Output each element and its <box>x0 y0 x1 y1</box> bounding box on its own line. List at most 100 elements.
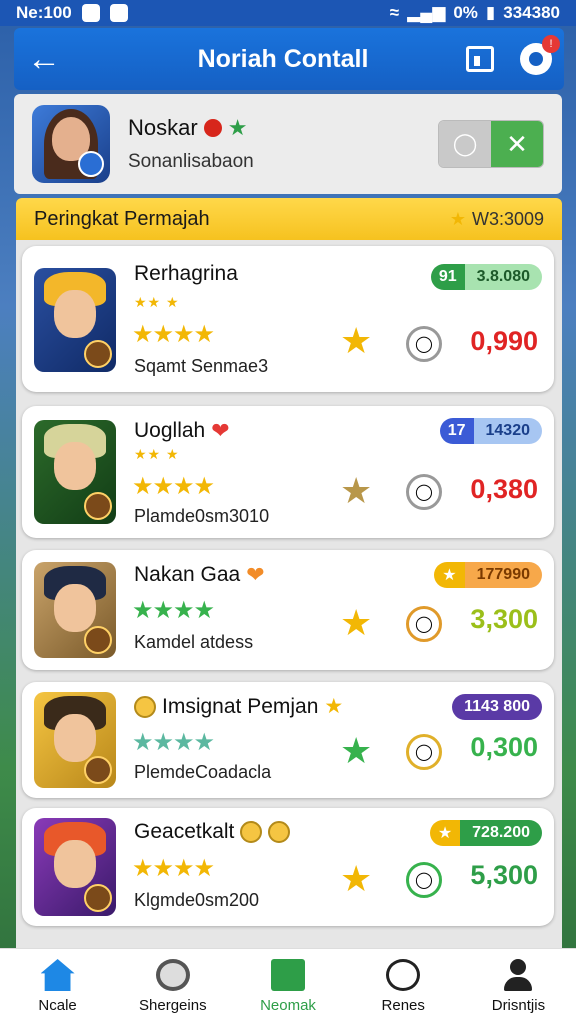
tab-favorites[interactable]: Renes <box>346 949 461 1024</box>
rank-stars: ★★ ★ <box>134 294 180 310</box>
emoji-icon <box>268 821 291 843</box>
list-item[interactable]: Uogllah ❤ ★★ ★ ★★★★ Plamde0sm3010 17 14320… <box>22 406 554 538</box>
notification-badge: ! <box>542 35 560 53</box>
star-icon: ★ <box>340 730 373 771</box>
pill-right: 14320 <box>473 418 542 444</box>
notification-icon: ! <box>520 35 560 75</box>
tab-profile[interactable]: Drisntjis <box>461 949 576 1024</box>
player-score: 0,380 <box>470 474 538 504</box>
tab-search[interactable]: Shergeins <box>115 949 230 1024</box>
document-icon <box>271 959 305 991</box>
rating-stars: ★★★★ <box>132 729 215 756</box>
rating-stars: ★★★★ <box>132 321 215 348</box>
tab-label: Shergeins <box>139 997 207 1014</box>
profile-card[interactable]: Noskar ★ Sonanlisabaon ◯ ✕ <box>14 94 562 194</box>
status-number: 334380 <box>503 3 560 22</box>
player-score: 3,300 <box>470 604 538 634</box>
chat-icon[interactable]: ◯ <box>406 474 442 510</box>
rating-stars: ★★★★ <box>132 597 215 624</box>
avatar <box>34 562 116 658</box>
tab-label: Ncale <box>38 997 77 1014</box>
player-desc: Kamdel atdess <box>134 632 254 652</box>
status-text: Ne:100 <box>16 3 72 22</box>
score-pill: ★ 177990 <box>434 562 542 588</box>
player-score: 0,990 <box>470 326 538 356</box>
tab-label: Renes <box>381 997 425 1014</box>
search-icon <box>155 959 190 991</box>
tab-docs[interactable]: Neomak <box>230 949 345 1024</box>
player-name: Rerhagrina <box>134 262 238 285</box>
pill-right: 177990 <box>464 562 542 588</box>
record-icon <box>203 119 222 137</box>
star-icon: ★ <box>340 602 373 643</box>
player-name: Imsignat Pemjan <box>162 694 319 718</box>
close-icon: ✕ <box>491 121 543 167</box>
wifi-icon: ≈ <box>389 3 400 22</box>
pill-left-star-icon: ★ <box>429 820 461 846</box>
section-value: W3:3009 <box>471 208 544 229</box>
player-desc: PlemdeCoadacla <box>134 762 272 782</box>
tab-home[interactable]: Ncale <box>0 949 115 1024</box>
pill-right: 1143 800 <box>452 694 542 720</box>
star-icon: ★ <box>340 320 373 361</box>
avatar <box>34 268 116 372</box>
pill-right: 3.8.080 <box>464 264 542 290</box>
star-icon: ★ <box>227 115 248 140</box>
profile-name: Noskar <box>128 115 198 140</box>
pill-left-star-icon: ★ <box>434 562 465 588</box>
leaderboard-list[interactable]: Rerhagrina ★★ ★ ★★★★ Sqamt Senmae3 91 3.8… <box>16 240 562 948</box>
link-icon: ◯ <box>439 121 491 167</box>
pill-right: 728.200 <box>460 820 542 846</box>
back-arrow-icon[interactable]: ← <box>14 28 74 90</box>
chat-icon[interactable]: ◯ <box>406 862 442 898</box>
signal-icon: ▂▄▆ <box>407 3 446 22</box>
avatar <box>34 692 116 788</box>
profile-subtitle: Sonanlisabaon <box>128 151 254 172</box>
chat-icon[interactable]: ◯ <box>406 326 442 362</box>
bottom-nav: Ncale Shergeins Neomak Renes Drisntjis <box>0 948 576 1024</box>
pill-left: 17 <box>439 418 474 444</box>
pill-left: 91 <box>430 264 465 290</box>
score-pill: ★ 728.200 <box>429 820 542 846</box>
section-title: Peringkat Permajah <box>34 207 210 230</box>
player-name: Uogllah <box>134 419 206 442</box>
chat-icon[interactable]: ◯ <box>406 734 442 770</box>
calendar-icon <box>466 46 494 72</box>
list-item[interactable]: Imsignat Pemjan ★ ★★★★ PlemdeCoadacla 114… <box>22 682 554 798</box>
chat-icon <box>81 4 100 22</box>
tab-label: Drisntjis <box>491 997 546 1014</box>
player-name: Geacetkalt <box>134 820 235 843</box>
home-icon <box>40 959 75 991</box>
avatar <box>34 420 116 524</box>
star-icon: ★ <box>340 470 373 511</box>
notification-button[interactable]: ! <box>508 28 564 90</box>
player-desc: Klgmde0sm200 <box>134 890 260 910</box>
page-title: Noriah Contall <box>197 44 369 73</box>
rating-stars: ★★★★ <box>132 473 215 500</box>
star-icon: ★ <box>324 695 344 718</box>
star-icon: ★ <box>340 858 373 899</box>
battery-percent: 0% <box>453 3 478 22</box>
score-pill: 1143 800 <box>452 694 542 720</box>
player-desc: Sqamt Senmae3 <box>134 356 269 376</box>
calendar-button[interactable] <box>452 28 508 90</box>
tab-label: Neomak <box>260 997 316 1014</box>
toggle-switch[interactable]: ◯ ✕ <box>438 120 544 168</box>
score-pill: 17 14320 <box>439 418 542 444</box>
avatar <box>34 818 116 916</box>
status-bar: Ne:100 ≈ ▂▄▆ 0% ▮ 334380 <box>0 0 576 26</box>
rating-stars: ★★★★ <box>132 855 215 882</box>
heart-icon: ❤ <box>211 418 230 443</box>
star-icon: ★ <box>449 208 466 229</box>
list-item[interactable]: Rerhagrina ★★ ★ ★★★★ Sqamt Senmae3 91 3.8… <box>22 246 554 392</box>
heart-icon: ❤ <box>246 562 265 587</box>
player-name: Nakan Gaa <box>134 563 241 586</box>
list-item[interactable]: Nakan Gaa ❤ ★★★★ Kamdel atdess ★ 177990 ★ … <box>22 550 554 670</box>
chat-icon[interactable]: ◯ <box>406 606 442 642</box>
heart-icon <box>386 959 421 991</box>
emoji-icon <box>240 821 263 843</box>
battery-icon: ▮ <box>485 3 496 22</box>
player-score: 5,300 <box>470 860 538 890</box>
list-item[interactable]: Geacetkalt ★★★★ Klgmde0sm200 ★ 728.200 ★ … <box>22 808 554 926</box>
user-icon <box>501 959 535 991</box>
